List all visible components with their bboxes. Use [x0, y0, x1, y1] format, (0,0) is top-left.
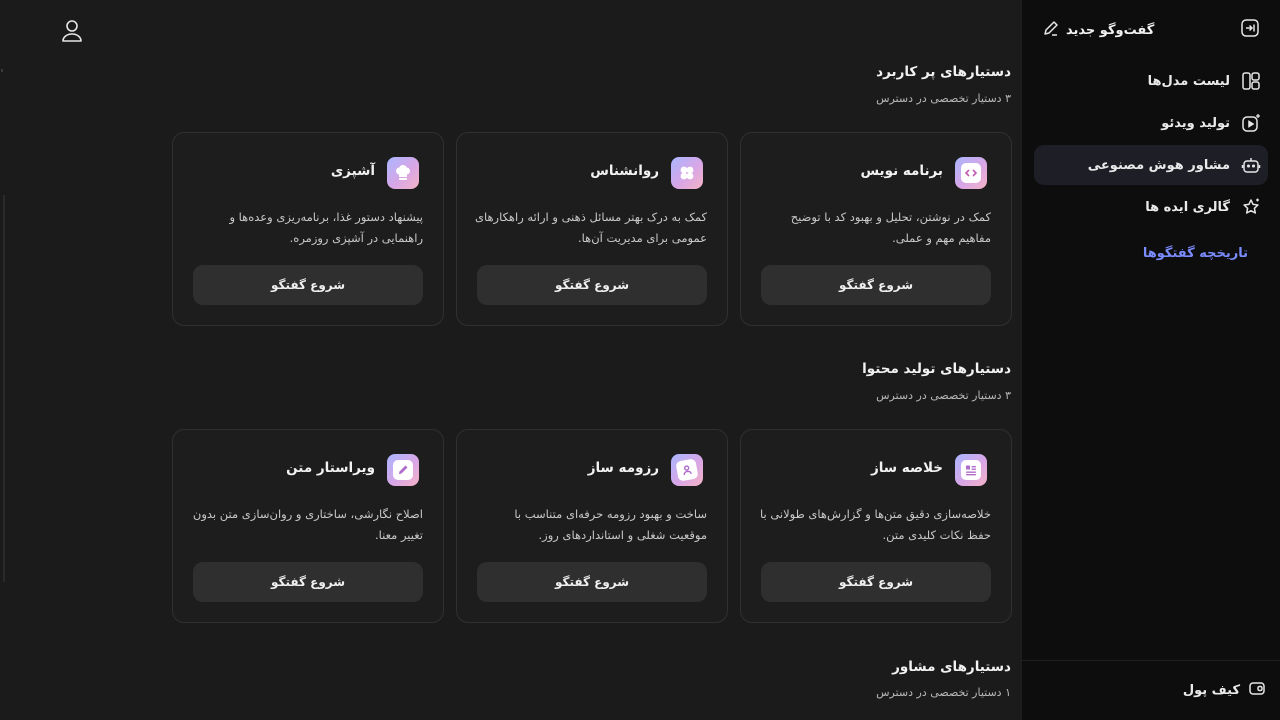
scroll-track[interactable]: [3, 195, 5, 582]
section-subtitle: ۳ دستیار تخصصی در دسترس: [876, 389, 1011, 402]
start-chat-button[interactable]: شروع گفتگو: [761, 265, 991, 305]
card-title: روانشناس: [590, 163, 659, 179]
pencil-icon: [1042, 19, 1060, 41]
sidebar-collapse-icon: [1240, 18, 1260, 42]
user-profile-button[interactable]: [58, 19, 86, 47]
chat-history-link[interactable]: تاریخچه گفتگوها: [1143, 246, 1248, 261]
document-lines-icon: [955, 454, 987, 486]
section-title: دستیارهای پر کاربرد: [876, 64, 1011, 80]
edge-mark: [1, 69, 3, 72]
robot-icon: [1240, 154, 1262, 176]
video-sparkle-icon: [1240, 112, 1262, 134]
new-chat-label: گفت‌وگو جدید: [1066, 22, 1155, 38]
assistant-card-summarizer: خلاصه ساز خلاصه‌سازی دقیق متن‌ها و گزارش…: [740, 429, 1012, 623]
layout-icon: [1240, 70, 1262, 92]
collapse-sidebar-button[interactable]: [1238, 18, 1262, 42]
chef-hat-icon: [387, 157, 419, 189]
section-subtitle: ۱ دستیار تخصصی در دسترس: [876, 686, 1011, 699]
star-sparkle-icon: [1240, 196, 1262, 218]
start-chat-button[interactable]: شروع گفتگو: [761, 562, 991, 602]
card-title: خلاصه ساز: [870, 460, 943, 476]
wallet-icon: [1248, 679, 1266, 701]
sidebar-item-label: تولید ویدئو: [1161, 115, 1230, 131]
sidebar-item-ai-advisor[interactable]: مشاور هوش مصنوعی: [1034, 145, 1268, 185]
card-title: ویراستار متن: [286, 460, 375, 476]
section-title: دستیارهای تولید محتوا: [862, 361, 1011, 377]
assistant-card-cooking: آشپزی پیشنهاد دستور غذا، برنامه‌ریزی وعد…: [172, 132, 444, 326]
sidebar-item-label: لیست مدل‌ها: [1147, 73, 1230, 89]
pen-edit-icon: [387, 454, 419, 486]
sidebar-item-label: گالری ایده ها: [1145, 199, 1230, 215]
card-description: اصلاح نگارشی، ساختاری و روان‌سازی متن بد…: [192, 507, 423, 542]
card-description: خلاصه‌سازی دقیق متن‌ها و گزارش‌های طولان…: [759, 507, 991, 542]
wallet-button[interactable]: کیف پول: [1183, 678, 1266, 702]
start-chat-button[interactable]: شروع گفتگو: [477, 265, 707, 305]
new-chat-button[interactable]: گفت‌وگو جدید: [1042, 18, 1154, 42]
brain-icon: [671, 157, 703, 189]
assistant-card-programmer: برنامه نویس کمک در نوشتن، تحلیل و بهبود …: [740, 132, 1012, 326]
resume-icon: [671, 454, 703, 486]
start-chat-button[interactable]: شروع گفتگو: [193, 265, 423, 305]
assistant-card-resume: رزومه ساز ساخت و بهبود رزومه حرفه‌ای متن…: [456, 429, 728, 623]
sidebar-item-ideas-gallery[interactable]: گالری ایده ها: [1034, 187, 1268, 227]
sidebar-item-label: مشاور هوش مصنوعی: [1087, 157, 1230, 173]
code-icon: [955, 157, 987, 189]
start-chat-button[interactable]: شروع گفتگو: [477, 562, 707, 602]
card-title: رزومه ساز: [587, 460, 659, 476]
sidebar-item-models[interactable]: لیست مدل‌ها: [1034, 61, 1268, 101]
section-subtitle: ۳ دستیار تخصصی در دسترس: [876, 92, 1011, 105]
wallet-label: کیف پول: [1182, 682, 1240, 698]
card-description: پیشنهاد دستور غذا، برنامه‌ریزی وعده‌ها و…: [229, 210, 423, 245]
assistant-card-editor: ویراستار متن اصلاح نگارشی، ساختاری و روا…: [172, 429, 444, 623]
app-root: دستیارهای پر کاربرد ۳ دستیار تخصصی در دس…: [0, 0, 1280, 720]
card-title: برنامه نویس: [860, 163, 943, 179]
sidebar-nav: لیست مدل‌ها تولید ویدئو مشاور هوش مصنوعی…: [1034, 61, 1268, 229]
sidebar-item-video[interactable]: تولید ویدئو: [1034, 103, 1268, 143]
sidebar: گفت‌وگو جدید لیست مدل‌ها تولید ویدئو: [1021, 0, 1280, 720]
sidebar-header: گفت‌وگو جدید: [1034, 14, 1268, 46]
user-icon: [61, 19, 83, 47]
sidebar-footer: کیف پول: [1022, 660, 1280, 720]
card-description: کمک در نوشتن، تحلیل و بهبود کد با توضیح …: [790, 210, 991, 245]
card-description: ساخت و بهبود رزومه حرفه‌ای متناسب با موق…: [514, 507, 707, 542]
assistant-card-psychologist: روانشناس کمک به درک بهتر مسائل ذهنی و ار…: [456, 132, 728, 326]
card-description: کمک به درک بهتر مسائل ذهنی و ارائه راهکا…: [474, 210, 707, 245]
section-title: دستیارهای مشاور: [892, 659, 1011, 675]
start-chat-button[interactable]: شروع گفتگو: [193, 562, 423, 602]
card-title: آشپزی: [330, 163, 375, 179]
